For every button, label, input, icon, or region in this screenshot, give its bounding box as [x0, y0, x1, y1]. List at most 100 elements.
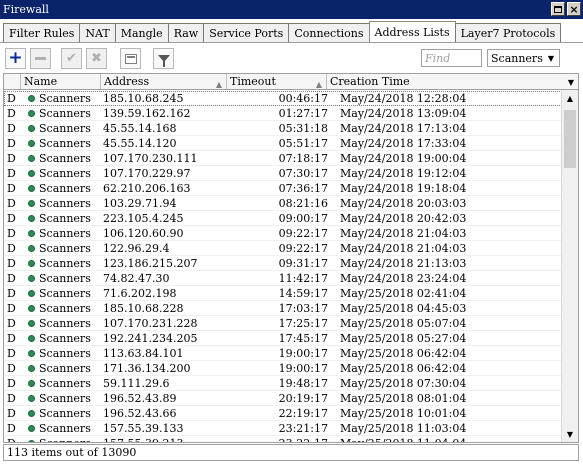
- tab-filter-rules[interactable]: Filter Rules: [3, 23, 81, 42]
- table-row[interactable]: D Scanners 62.210.206.163 07:36:17 May/24/20…: [4, 181, 562, 196]
- tab-service-ports[interactable]: Service Ports: [203, 23, 290, 42]
- sort-icon: ▲: [315, 80, 322, 89]
- column-creation-time[interactable]: Creation Time: [327, 74, 563, 89]
- table-row[interactable]: D Scanners 45.55.14.120 05:51:17 May/24/2018…: [4, 136, 562, 151]
- tab-address-lists[interactable]: Address Lists: [368, 21, 456, 42]
- table-row[interactable]: D Scanners 192.241.234.205 17:45:17 May/25/2…: [4, 331, 562, 346]
- row-creation-time: May/25/2018 06:42:04: [340, 347, 467, 360]
- scroll-down-button[interactable]: ▼: [562, 426, 578, 442]
- status-dot-icon: [28, 320, 35, 327]
- list-filter-value: Scanners: [491, 51, 543, 65]
- table-row[interactable]: D Scanners 71.6.202.198 14:59:17 May/25/2018…: [4, 286, 562, 301]
- close-button[interactable]: ×: [567, 2, 581, 16]
- status-dot-icon: [28, 155, 35, 162]
- table-row[interactable]: D Scanners 123.186.215.207 09:31:17 May/24/2…: [4, 256, 562, 271]
- table-row[interactable]: D Scanners 196.52.43.66 22:19:17 May/25/2018…: [4, 406, 562, 421]
- scroll-thumb[interactable]: [564, 110, 576, 168]
- row-address: 196.52.43.66: [103, 407, 177, 420]
- column-name[interactable]: Name: [21, 74, 101, 89]
- scroll-up-button[interactable]: ▲: [562, 90, 578, 106]
- tab-connections[interactable]: Connections: [288, 23, 370, 42]
- disable-button[interactable]: ✖: [86, 48, 107, 69]
- column-name-label: Name: [24, 75, 58, 88]
- status-dot-icon: [28, 440, 35, 442]
- row-timeout: 08:21:16: [278, 197, 328, 210]
- table-row[interactable]: D Scanners 157.55.39.213 23:22:17 May/25/201…: [4, 436, 562, 442]
- row-name-label: Scanners: [39, 407, 91, 420]
- table-row[interactable]: D Scanners 223.105.4.245 09:00:17 May/24/201…: [4, 211, 562, 226]
- column-flag[interactable]: [4, 74, 21, 89]
- table-row[interactable]: D Scanners 122.96.29.4 09:22:17 May/24/2018 …: [4, 241, 562, 256]
- row-creation-time: May/24/2018 20:42:03: [340, 212, 467, 225]
- table-row[interactable]: D Scanners 113.63.84.101 19:00:17 May/25/201…: [4, 346, 562, 361]
- table-row[interactable]: D Scanners 107.170.229.97 07:30:17 May/24/20…: [4, 166, 562, 181]
- table-row[interactable]: D Scanners 107.170.230.111 07:18:17 May/24/2…: [4, 151, 562, 166]
- row-creation-time: May/25/2018 05:07:04: [340, 317, 467, 330]
- row-name: Scanners: [28, 151, 91, 166]
- row-timeout: 05:51:17: [278, 137, 328, 150]
- sort-icon: ▲: [215, 80, 222, 89]
- row-flag: D: [7, 302, 16, 315]
- window-title: Firewall: [3, 3, 49, 16]
- list-filter-select[interactable]: Scanners ▼: [487, 49, 560, 67]
- maximize-icon: [554, 5, 562, 13]
- table-row[interactable]: D Scanners 59.111.29.6 19:48:17 May/25/2018 …: [4, 376, 562, 391]
- tab-mangle[interactable]: Mangle: [114, 23, 169, 42]
- status-text: 113 items out of 13090: [7, 446, 137, 459]
- row-timeout: 00:46:17: [278, 92, 328, 105]
- plus-icon: +: [8, 48, 23, 68]
- column-address[interactable]: Address ▲: [101, 74, 227, 89]
- row-name-label: Scanners: [39, 287, 91, 300]
- maximize-button[interactable]: [551, 2, 565, 16]
- row-name-label: Scanners: [39, 152, 91, 165]
- row-name-label: Scanners: [39, 227, 91, 240]
- table-row[interactable]: D Scanners 103.29.71.94 08:21:16 May/24/2018…: [4, 196, 562, 211]
- table-row[interactable]: D Scanners 139.59.162.162 01:27:17 May/24/20…: [4, 106, 562, 121]
- row-address: 74.82.47.30: [103, 272, 170, 285]
- row-name-label: Scanners: [39, 182, 91, 195]
- table-row[interactable]: D Scanners 171.36.134.200 19:00:17 May/25/20…: [4, 361, 562, 376]
- title-bar: Firewall ×: [0, 0, 583, 19]
- table-row[interactable]: D Scanners 185.10.68.228 17:03:17 May/25/201…: [4, 301, 562, 316]
- tab-layer7-protocols[interactable]: Layer7 Protocols: [454, 23, 562, 42]
- table-row[interactable]: D Scanners 185.10.68.245 00:46:17 May/24/201…: [4, 91, 562, 106]
- row-address: 107.170.231.228: [103, 317, 198, 330]
- close-icon: ×: [569, 2, 579, 16]
- table-row[interactable]: D Scanners 74.82.47.30 11:42:17 May/24/2018 …: [4, 271, 562, 286]
- table-row[interactable]: D Scanners 106.120.60.90 09:22:17 May/24/201…: [4, 226, 562, 241]
- find-input[interactable]: Find: [421, 49, 482, 67]
- table-row[interactable]: D Scanners 45.55.14.168 05:31:18 May/24/2018…: [4, 121, 562, 136]
- column-timeout[interactable]: Timeout ▲: [227, 74, 327, 89]
- remove-button[interactable]: [30, 48, 51, 69]
- row-flag: D: [7, 317, 16, 330]
- arrow-up-icon: ▲: [566, 93, 574, 103]
- filter-button[interactable]: [153, 48, 174, 69]
- table-row[interactable]: D Scanners 157.55.39.133 23:21:17 May/25/201…: [4, 421, 562, 436]
- row-name: Scanners: [28, 241, 91, 256]
- row-name-label: Scanners: [39, 197, 91, 210]
- table-header: Name Address ▲ Timeout ▲ Creation Time ▼: [4, 74, 578, 90]
- row-address: 157.55.39.133: [103, 422, 184, 435]
- row-flag: D: [7, 422, 16, 435]
- status-dot-icon: [28, 335, 35, 342]
- column-menu-button[interactable]: ▼: [564, 75, 578, 89]
- row-timeout: 09:00:17: [278, 212, 328, 225]
- row-name: Scanners: [28, 391, 91, 406]
- status-dot-icon: [28, 200, 35, 207]
- tab-bar: Filter Rules NAT Mangle Raw Service Port…: [3, 21, 562, 42]
- row-creation-time: May/24/2018 21:04:03: [340, 242, 467, 255]
- tab-raw[interactable]: Raw: [167, 23, 205, 42]
- status-dot-icon: [28, 365, 35, 372]
- comment-button[interactable]: [120, 48, 141, 69]
- tab-nat[interactable]: NAT: [79, 23, 116, 42]
- table-body: D Scanners 185.10.68.245 00:46:17 May/24/201…: [4, 91, 562, 442]
- vertical-scrollbar[interactable]: ▲ ▼: [561, 90, 578, 442]
- row-name-label: Scanners: [39, 422, 91, 435]
- add-button[interactable]: +: [5, 48, 26, 69]
- row-name-label: Scanners: [39, 392, 91, 405]
- enable-button[interactable]: ✔: [61, 48, 82, 69]
- row-name: Scanners: [28, 256, 91, 271]
- table-row[interactable]: D Scanners 196.52.43.89 20:19:17 May/25/2018…: [4, 391, 562, 406]
- table-row[interactable]: D Scanners 107.170.231.228 17:25:17 May/25/2…: [4, 316, 562, 331]
- row-name: Scanners: [28, 181, 91, 196]
